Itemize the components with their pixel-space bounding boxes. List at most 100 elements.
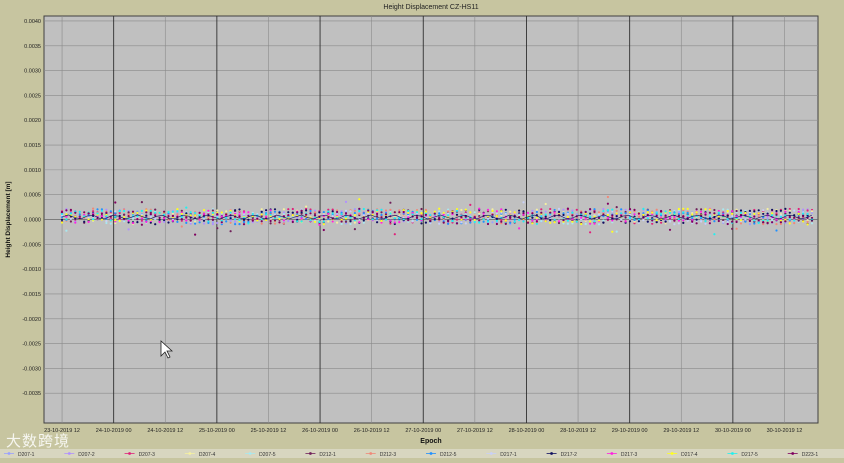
data-point [340,220,343,223]
data-point [247,211,250,214]
data-point [234,223,237,226]
data-point [615,206,618,209]
data-point [664,210,667,213]
data-point [700,208,703,211]
data-point [282,213,285,216]
data-point [273,208,277,211]
data-point [282,208,285,211]
data-point [748,219,752,223]
data-point [486,208,490,211]
data-point [140,201,143,204]
data-point [362,207,365,211]
data-point [651,211,654,214]
data-point [207,209,210,212]
data-point [553,221,556,224]
data-point [238,215,241,218]
data-point [757,212,760,215]
data-point [198,214,201,217]
data-point [566,212,570,215]
legend-entry-D217-1: D217-1 [500,452,517,458]
data-point [429,219,432,222]
data-point [154,223,157,226]
data-point [549,221,552,224]
legend-entry-D207-2: D207-2 [78,452,95,458]
data-point [779,215,783,218]
data-point [646,217,649,220]
data-point [695,218,698,221]
data-point [637,212,641,215]
data-point [198,211,201,214]
data-point [464,208,467,211]
data-point [500,210,503,213]
data-point [704,220,707,223]
data-point [473,216,476,219]
data-point [185,219,188,222]
data-point [739,219,743,222]
data-point [793,219,796,222]
data-point [118,210,121,213]
data-point [464,222,467,225]
data-point [771,214,774,217]
data-point [118,211,121,215]
data-point [69,220,72,223]
data-point [766,217,769,220]
data-point [349,222,352,226]
legend-swatch-marker [489,452,493,455]
data-point [806,220,809,223]
data-point [753,212,756,215]
data-point [420,222,423,225]
data-point [211,223,214,226]
data-point [278,221,281,224]
data-point [74,211,77,214]
data-point [673,212,676,215]
data-point [673,223,676,226]
data-point [327,220,330,223]
data-point [398,211,401,214]
data-point [504,208,507,211]
data-point [256,217,259,220]
data-point [327,210,330,213]
data-point [624,208,627,211]
x-tick-label: 28-10-2019 00 [509,428,545,434]
data-point [722,220,725,223]
data-point [140,209,143,212]
data-point [691,220,694,223]
data-point [69,217,72,220]
data-point [704,222,707,225]
data-point [620,212,623,215]
data-point [242,220,246,224]
data-point [127,211,130,214]
data-point [438,210,441,213]
data-point [362,212,365,215]
data-point [260,220,263,223]
y-tick-label: 0.0020 [24,118,41,124]
data-point [69,208,72,211]
data-point [171,219,174,222]
data-point [704,208,707,211]
data-point [260,210,263,213]
data-point [495,222,498,226]
legend-entry-D207-3: D207-3 [139,452,156,458]
data-point [708,215,712,218]
data-point [504,212,507,215]
data-point [455,213,459,216]
data-point [376,217,379,220]
data-point [522,220,525,223]
data-point [744,218,747,221]
legend-swatch-marker [731,452,734,455]
x-tick-label: 30-10-2019 12 [767,428,803,434]
y-tick-label: -0.0025 [22,342,41,348]
data-point [810,216,814,219]
data-point [584,210,587,214]
data-point [313,214,317,217]
data-point [185,221,188,224]
data-point [735,227,738,230]
data-point [318,220,321,223]
data-point [771,221,774,224]
x-tick-label: 25-10-2019 00 [199,428,235,434]
data-point [322,223,325,226]
x-tick-label: 28-10-2019 12 [560,428,596,434]
data-point [526,211,530,214]
data-point [429,222,432,225]
data-point [251,219,254,222]
